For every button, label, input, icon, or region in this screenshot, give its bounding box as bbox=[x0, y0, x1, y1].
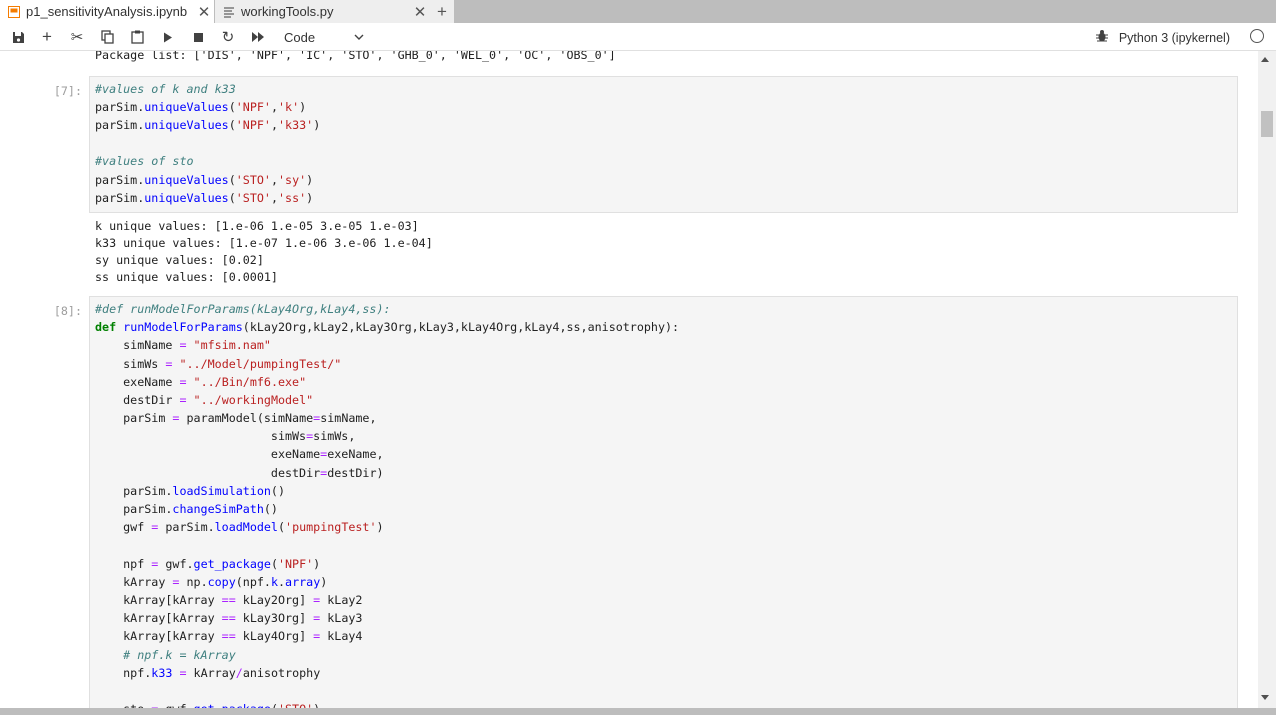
paste-icon bbox=[130, 30, 144, 44]
copy-button[interactable] bbox=[97, 27, 117, 47]
code-line: kArray[kArray == kLay2Org] = kLay2 bbox=[95, 593, 363, 607]
tab-notebook[interactable]: p1_sensitivityAnalysis.ipynb ✕ bbox=[0, 0, 214, 23]
restart-button[interactable]: ↻ bbox=[218, 27, 238, 47]
output-line: k unique values: [1.e-06 1.e-05 3.e-05 1… bbox=[95, 219, 419, 233]
code-line: #def runModelForParams(kLay4Org,kLay4,ss… bbox=[95, 302, 391, 316]
code-line: parSim.uniqueValues('STO','ss') bbox=[95, 191, 314, 205]
run-all-button[interactable] bbox=[248, 27, 268, 47]
save-icon bbox=[12, 31, 24, 43]
code-line: kArray[kArray == kLay4Org] = kLay4 bbox=[95, 629, 363, 643]
code-line: gwf = parSim.loadModel('pumpingTest') bbox=[95, 520, 384, 534]
scroll-up-icon[interactable] bbox=[1261, 57, 1269, 62]
save-button[interactable] bbox=[8, 27, 28, 47]
paste-button[interactable] bbox=[127, 27, 147, 47]
code-line: exeName=exeName, bbox=[95, 447, 384, 461]
code-line: destDir=destDir) bbox=[95, 466, 384, 480]
cell-type-select[interactable]: Code bbox=[284, 28, 364, 46]
code-line: parSim.uniqueValues('STO','sy') bbox=[95, 173, 314, 187]
code-line: npf.k33 = kArray/anisotrophy bbox=[95, 666, 321, 680]
run-button[interactable] bbox=[158, 27, 178, 47]
plus-icon: + bbox=[437, 1, 447, 21]
output-line: ss unique values: [0.0001] bbox=[95, 270, 278, 284]
scroll-down-icon[interactable] bbox=[1261, 695, 1269, 700]
code-line: #values of k and k33 bbox=[95, 82, 236, 96]
notebook-toolbar: + ✂ ↻ Code Python 3 (ipykernel) bbox=[0, 23, 1276, 51]
output-line: sy unique values: [0.02] bbox=[95, 253, 264, 267]
kernel-name[interactable]: Python 3 (ipykernel) bbox=[1119, 31, 1230, 45]
cut-button[interactable]: ✂ bbox=[67, 27, 87, 47]
code-line: simWs = "../Model/pumpingTest/" bbox=[95, 357, 342, 371]
code-line: # npf.k = kArray bbox=[123, 648, 236, 662]
output-line: k33 unique values: [1.e-07 1.e-06 3.e-06… bbox=[95, 236, 433, 250]
interrupt-button[interactable] bbox=[188, 27, 208, 47]
code-line: destDir = "../workingModel" bbox=[95, 393, 314, 407]
tab-bar: p1_sensitivityAnalysis.ipynb ✕ workingTo… bbox=[0, 0, 1276, 23]
code-line: parSim.loadSimulation() bbox=[95, 484, 285, 498]
close-icon[interactable]: ✕ bbox=[194, 3, 214, 21]
status-bar bbox=[0, 708, 1276, 715]
code-line: npf = gwf.get_package('NPF') bbox=[95, 557, 321, 571]
kernel-status-icon bbox=[1250, 29, 1264, 43]
debugger-icon[interactable] bbox=[1095, 29, 1109, 46]
code-line: parSim.changeSimPath() bbox=[95, 502, 278, 516]
cell-type-value: Code bbox=[284, 29, 316, 45]
cell-prompt: [8]: bbox=[53, 304, 82, 318]
code-line: parSim.uniqueValues('NPF','k') bbox=[95, 100, 307, 114]
code-line: #values of sto bbox=[95, 154, 194, 168]
chevron-down-icon bbox=[354, 34, 364, 40]
vertical-scrollbar[interactable] bbox=[1258, 51, 1276, 708]
code-line: sto = gwf.get_package('STO') bbox=[95, 700, 320, 708]
code-line: exeName = "../Bin/mf6.exe" bbox=[95, 375, 307, 389]
code-line: kArray = np.copy(npf.k.array) bbox=[95, 575, 328, 589]
insert-cell-button[interactable]: + bbox=[37, 27, 57, 47]
code-line: parSim = paramModel(simName=simName, bbox=[95, 411, 377, 425]
output-package-list: Package list: ['DIS', 'NPF', 'IC', 'STO'… bbox=[95, 51, 616, 62]
code-line: parSim.uniqueValues('NPF','k33') bbox=[95, 118, 321, 132]
code-line: simName = "mfsim.nam" bbox=[95, 338, 271, 352]
stop-icon bbox=[193, 32, 203, 42]
code-line: simWs=simWs, bbox=[95, 429, 356, 443]
notebook-panel: Package list: ['DIS', 'NPF', 'IC', 'STO'… bbox=[0, 51, 1258, 708]
notebook-icon bbox=[6, 5, 22, 18]
scissors-icon: ✂ bbox=[70, 29, 84, 46]
plus-icon: + bbox=[42, 27, 52, 46]
tab-label: workingTools.py bbox=[241, 4, 334, 19]
refresh-icon: ↻ bbox=[221, 29, 235, 46]
close-icon[interactable]: ✕ bbox=[410, 3, 430, 21]
cell-prompt: [7]: bbox=[53, 84, 82, 98]
play-icon bbox=[164, 32, 172, 42]
text-file-icon bbox=[221, 6, 237, 18]
new-tab-button[interactable]: + bbox=[430, 0, 454, 23]
tab-python-file[interactable]: workingTools.py ✕ bbox=[214, 0, 430, 23]
copy-icon bbox=[100, 30, 114, 44]
code-line: kArray[kArray == kLay3Org] = kLay3 bbox=[95, 611, 363, 625]
code-line: def runModelForParams(kLay2Org,kLay2,kLa… bbox=[95, 320, 680, 334]
fast-forward-icon bbox=[251, 32, 264, 42]
scrollbar-thumb[interactable] bbox=[1261, 111, 1273, 137]
tab-label: p1_sensitivityAnalysis.ipynb bbox=[26, 4, 188, 19]
